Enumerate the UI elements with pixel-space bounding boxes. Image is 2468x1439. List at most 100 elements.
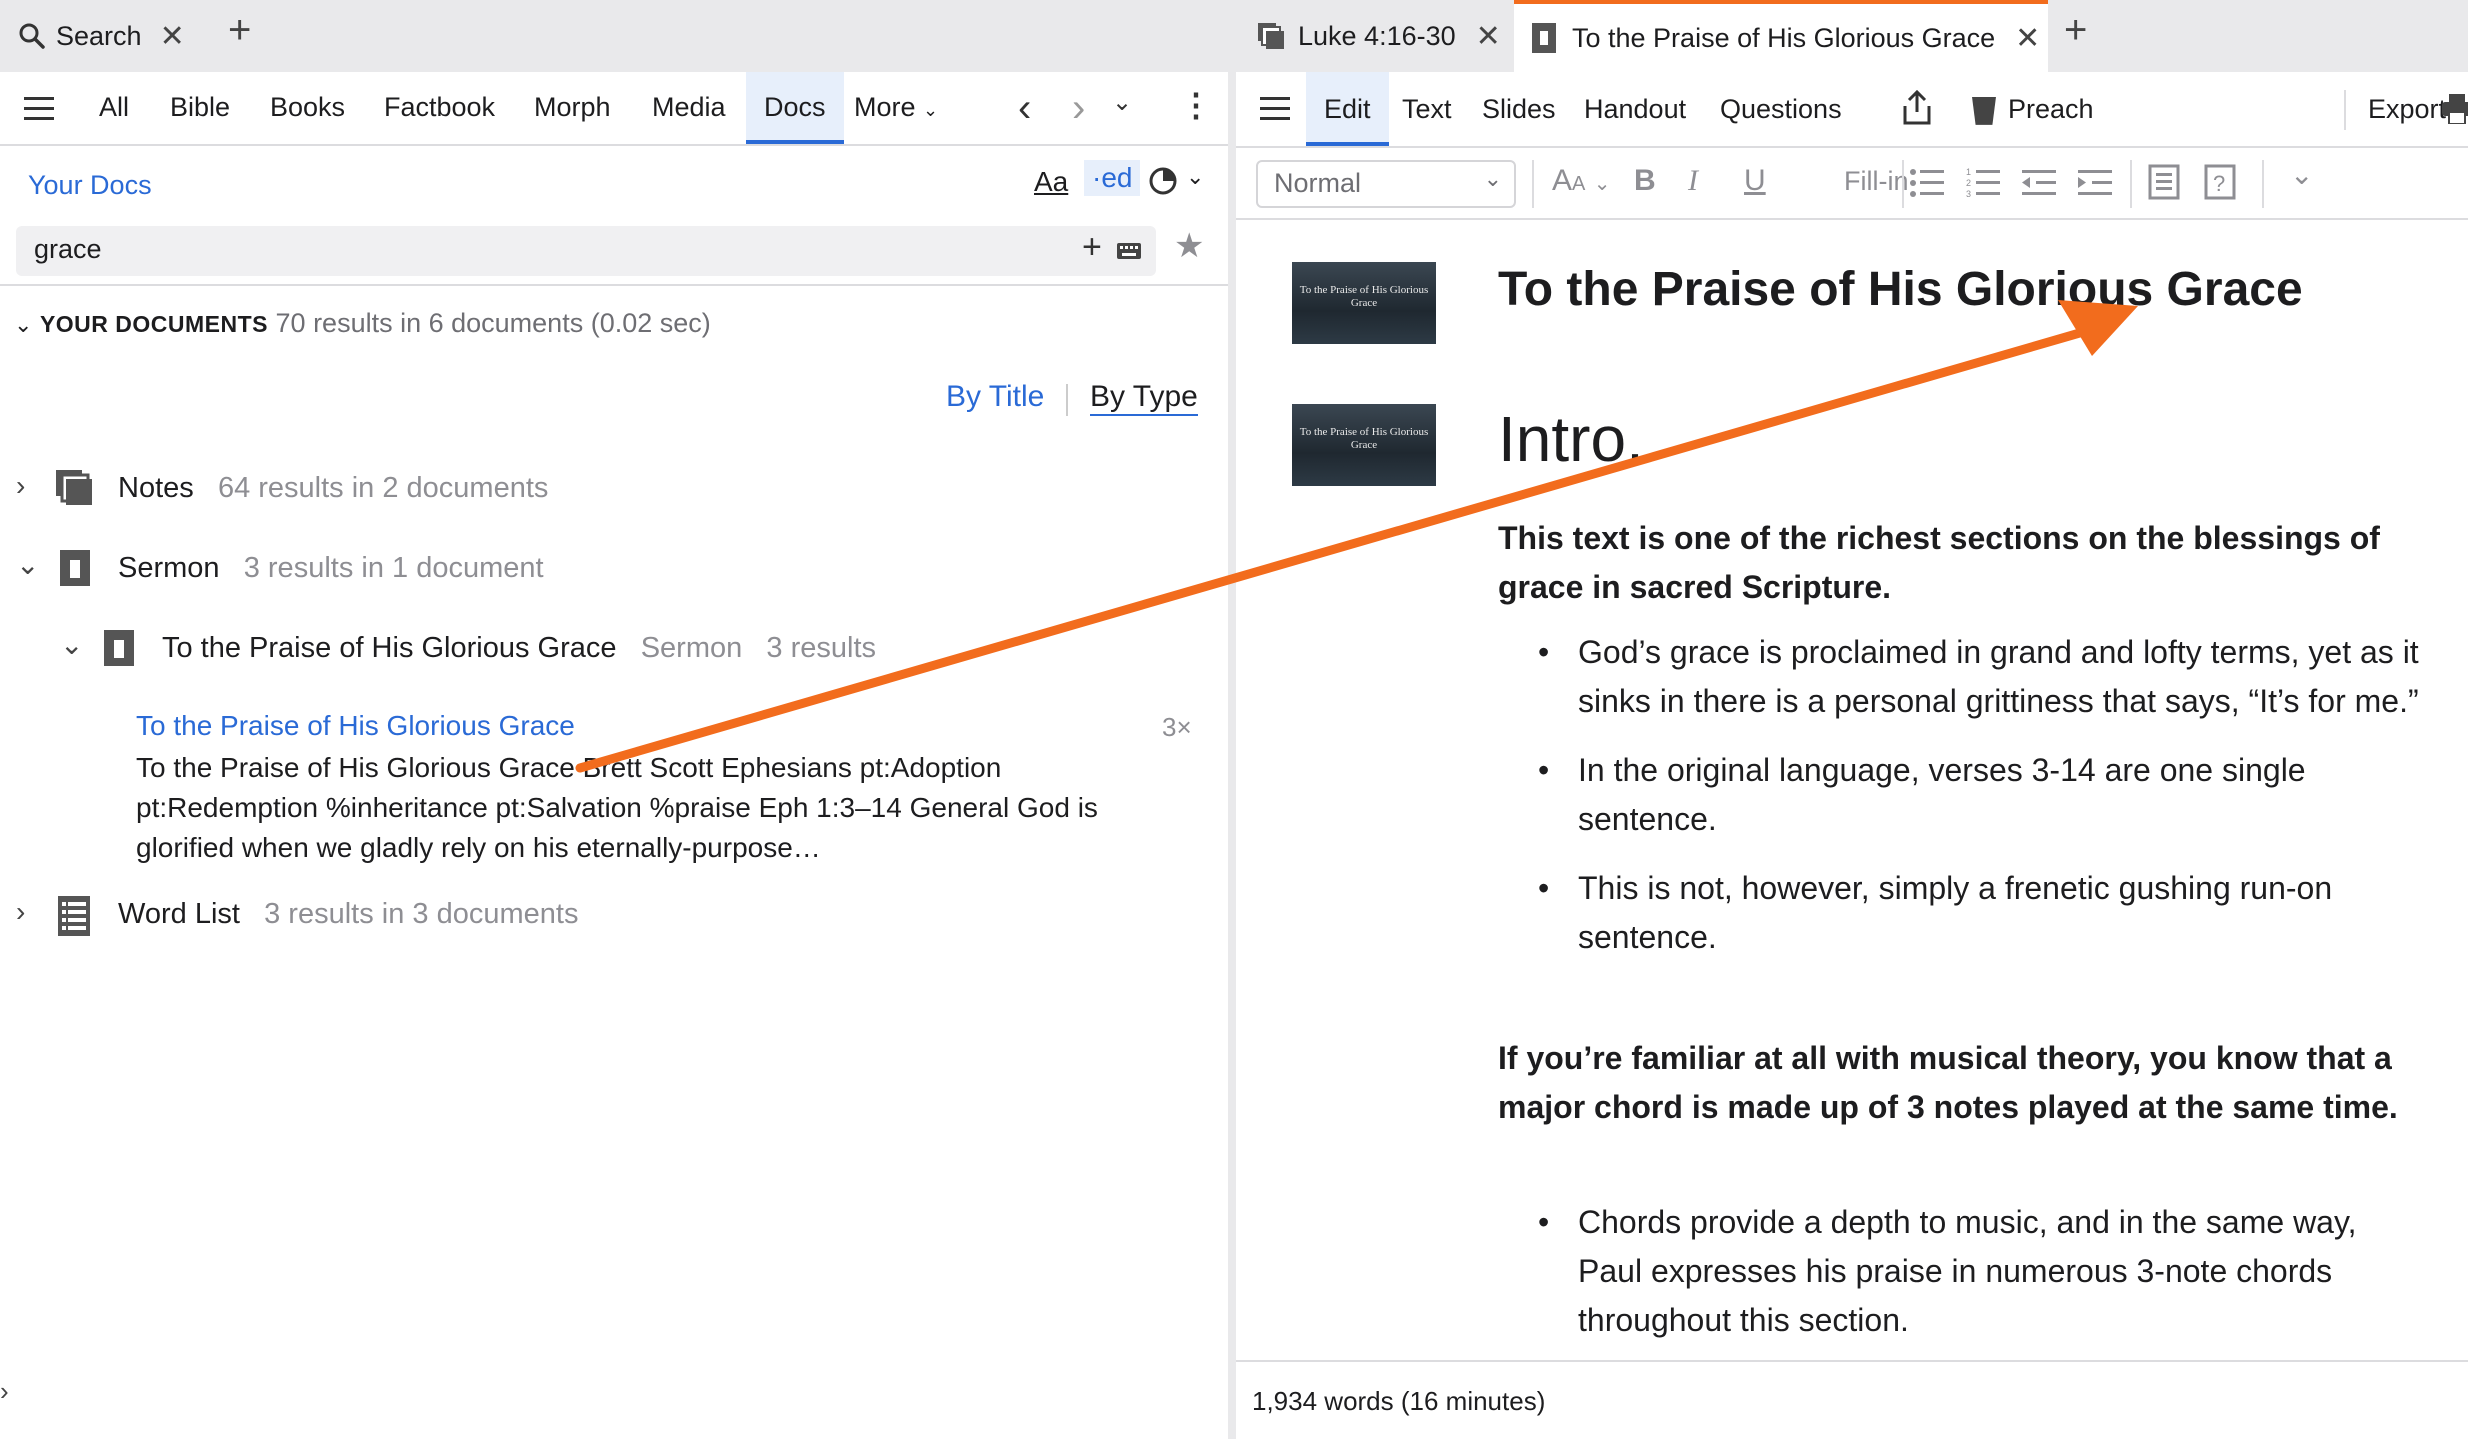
- right-tab-strip: Luke 4:16-30 ✕ To the Praise of His Glor…: [1236, 0, 2468, 72]
- paragraph-style-select[interactable]: Normal ⌄: [1256, 160, 1516, 208]
- sermon-document-type: Sermon: [640, 632, 743, 664]
- chevron-right-icon[interactable]: ›: [16, 896, 25, 928]
- outdent-icon[interactable]: [2022, 168, 2056, 198]
- group-word-list-count: 3 results in 3 documents: [264, 898, 579, 930]
- chevron-down-icon[interactable]: ⌄: [16, 548, 39, 581]
- preach-button[interactable]: Preach: [1972, 72, 2094, 146]
- panel-expand-icon[interactable]: ›: [0, 1376, 9, 1407]
- keyboard-icon[interactable]: [1116, 242, 1142, 260]
- group-sermon-label: Sermon: [118, 552, 220, 584]
- numbered-list-icon[interactable]: 123: [1966, 166, 2000, 198]
- sort-divider: [1066, 384, 1068, 416]
- chevron-down-icon[interactable]: ⌄: [60, 628, 83, 661]
- tab-handout[interactable]: Handout: [1584, 72, 1686, 146]
- inflected-forms-toggle[interactable]: ·ed: [1084, 160, 1141, 196]
- tab-sermon[interactable]: To the Praise of His Glorious Grace ✕: [1514, 0, 2048, 72]
- italic-icon[interactable]: I: [1688, 164, 1698, 198]
- indent-icon[interactable]: [2078, 168, 2112, 198]
- nav-more[interactable]: More ⌄: [854, 72, 938, 144]
- history-dropdown-icon[interactable]: ⌄: [1112, 88, 1132, 117]
- group-notes-label: Notes: [118, 472, 194, 504]
- list-item: Chords provide a depth to music, and in …: [1498, 1198, 2428, 1345]
- sort-by-title[interactable]: By Title: [946, 380, 1044, 414]
- results-header[interactable]: ⌄ YOUR DOCUMENTS 70 results in 6 documen…: [14, 308, 711, 339]
- your-docs-scope[interactable]: Your Docs: [28, 170, 152, 201]
- nav-media[interactable]: Media: [652, 72, 726, 144]
- nav-bible[interactable]: Bible: [170, 72, 230, 144]
- pulpit-icon: [1972, 96, 1996, 125]
- document-title: To the Praise of His Glorious Grace: [1498, 263, 2303, 316]
- export-button[interactable]: Export: [2368, 72, 2446, 146]
- print-icon[interactable]: [2442, 94, 2468, 124]
- back-arrow-icon[interactable]: ‹: [1018, 86, 1031, 131]
- list-item: This is not, however, simply a frenetic …: [1498, 864, 2428, 962]
- panel-splitter[interactable]: [1228, 0, 1236, 1439]
- result-hit-link[interactable]: To the Praise of His Glorious Grace: [136, 710, 575, 742]
- tab-luke-label: Luke 4:16-30: [1298, 20, 1456, 51]
- search-kind-nav: All Bible Books Factbook Morph Media Doc…: [0, 72, 1228, 146]
- nav-docs[interactable]: Docs: [746, 72, 844, 144]
- add-tab-button[interactable]: +: [2064, 8, 2087, 53]
- add-search-term-icon[interactable]: +: [1082, 228, 1102, 267]
- block-icon[interactable]: [2148, 164, 2180, 200]
- sermon-document-row[interactable]: To the Praise of His Glorious Grace Serm…: [162, 632, 876, 665]
- close-tab-icon[interactable]: ✕: [2015, 21, 2040, 56]
- document-body[interactable]: To the Praise of His Glorious Grace To t…: [1236, 222, 2468, 1360]
- group-notes-count: 64 results in 2 documents: [217, 472, 549, 504]
- nav-morph[interactable]: Morph: [534, 72, 611, 144]
- underline-icon[interactable]: U: [1744, 164, 1766, 198]
- notes-icon: [56, 470, 92, 505]
- search-tab[interactable]: Search ✕: [0, 0, 210, 72]
- expand-toolbar-icon[interactable]: ⌄: [2290, 158, 2313, 191]
- tab-slides[interactable]: Slides: [1482, 72, 1556, 146]
- tab-questions[interactable]: Questions: [1720, 72, 1842, 146]
- group-sermon[interactable]: Sermon 3 results in 1 document: [118, 552, 544, 585]
- group-word-list-label: Word List: [118, 898, 240, 930]
- result-snippet[interactable]: To the Praise of His Glorious Grace Bret…: [136, 748, 1156, 868]
- tab-edit[interactable]: Edit: [1306, 72, 1389, 146]
- group-sermon-count: 3 results in 1 document: [243, 552, 544, 584]
- nav-all[interactable]: All: [99, 72, 129, 144]
- slide-thumbnail[interactable]: To the Praise of His Glorious Grace: [1292, 404, 1436, 486]
- fill-in-button[interactable]: Fill-in: [1844, 166, 1909, 197]
- bold-icon[interactable]: B: [1634, 164, 1656, 198]
- chevron-right-icon[interactable]: ›: [16, 470, 25, 502]
- search-subbar: Your Docs Aa ·ed ⌄ grace + ★: [0, 148, 1228, 288]
- tab-text[interactable]: Text: [1402, 72, 1452, 146]
- sort-by-type[interactable]: By Type: [1090, 380, 1198, 416]
- nav-factbook[interactable]: Factbook: [384, 72, 495, 144]
- bullet-list: Chords provide a depth to music, and in …: [1498, 1198, 2428, 1360]
- chevron-down-icon[interactable]: ⌄: [1186, 164, 1204, 190]
- close-tab-icon[interactable]: ✕: [1476, 19, 1501, 54]
- close-tab-icon[interactable]: ✕: [160, 19, 185, 54]
- forward-arrow-icon[interactable]: ›: [1072, 86, 1085, 131]
- search-panel: Search ✕ + All Bible Books Factbook Morp…: [0, 0, 1228, 1439]
- visual-filter-icon[interactable]: [1148, 166, 1178, 196]
- star-icon[interactable]: ★: [1174, 226, 1204, 266]
- chevron-down-icon: ⌄: [923, 100, 939, 120]
- results-heading: YOUR DOCUMENTS: [39, 311, 269, 337]
- tab-luke[interactable]: Luke 4:16-30 ✕: [1258, 0, 1538, 72]
- more-options-icon[interactable]: ⋮: [1180, 86, 1212, 124]
- menu-icon[interactable]: [1260, 96, 1290, 122]
- nav-books[interactable]: Books: [270, 72, 345, 144]
- text-size-icon[interactable]: Aa: [1034, 166, 1068, 198]
- list-item: God’s grace is proclaimed in grand and l…: [1498, 628, 2428, 726]
- sermon-icon: [60, 550, 90, 586]
- bullet-list: God’s grace is proclaimed in grand and l…: [1498, 628, 2428, 982]
- search-input[interactable]: grace +: [16, 226, 1156, 276]
- menu-icon[interactable]: [24, 96, 54, 122]
- word-count: 1,934 words (16 minutes): [1252, 1386, 1546, 1416]
- slide-thumbnail[interactable]: To the Praise of His Glorious Grace: [1292, 262, 1436, 344]
- question-icon[interactable]: ?: [2204, 164, 2236, 200]
- notes-icon: [1258, 23, 1284, 49]
- share-icon[interactable]: [1902, 90, 1932, 126]
- results-summary: 70 results in 6 documents (0.02 sec): [275, 308, 711, 338]
- tab-sermon-label: To the Praise of His Glorious Grace: [1572, 22, 1996, 53]
- font-size-icon[interactable]: AA ⌄: [1552, 164, 1610, 198]
- word-list-icon: [58, 896, 90, 936]
- group-notes[interactable]: Notes 64 results in 2 documents: [118, 472, 548, 505]
- bulleted-list-icon[interactable]: [1910, 168, 1944, 198]
- add-tab-button[interactable]: +: [228, 8, 251, 53]
- group-word-list[interactable]: Word List 3 results in 3 documents: [118, 898, 578, 931]
